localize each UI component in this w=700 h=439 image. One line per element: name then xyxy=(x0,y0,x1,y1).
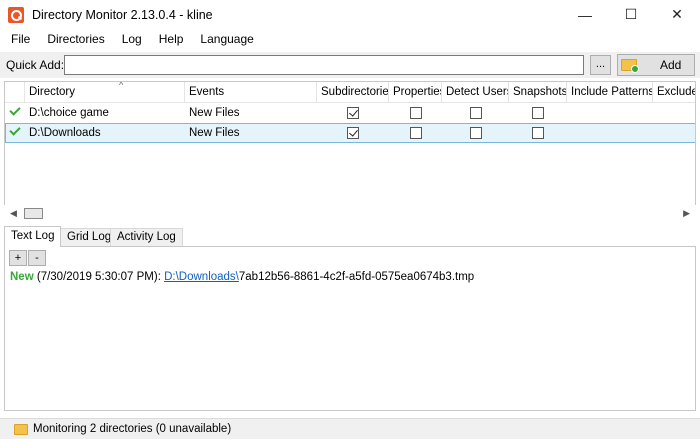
header-status xyxy=(5,82,25,103)
properties-checkbox[interactable] xyxy=(409,107,422,119)
menu-directories[interactable]: Directories xyxy=(37,32,111,46)
tab-text-log[interactable]: Text Log xyxy=(4,226,62,247)
quick-add-input[interactable] xyxy=(64,55,584,75)
header-detect-users[interactable]: Detect Users xyxy=(442,82,509,103)
include-patterns-cell xyxy=(567,123,653,143)
folder-add-icon xyxy=(621,59,639,73)
window-title: Directory Monitor 2.13.0.4 - kline xyxy=(32,7,213,22)
status-cell xyxy=(5,123,25,143)
title-bar: Directory Monitor 2.13.0.4 - kline — ☐ ✕ xyxy=(0,0,700,29)
events-cell: New Files xyxy=(189,107,240,119)
table-row[interactable]: D:\Downloads New Files xyxy=(5,123,695,143)
check-icon xyxy=(9,104,21,116)
detect-users-checkbox[interactable] xyxy=(469,107,482,119)
header-directory[interactable]: Directory ^ xyxy=(25,82,185,103)
sort-asc-icon: ^ xyxy=(119,82,124,90)
minimize-button[interactable]: — xyxy=(562,0,608,29)
directory-cell: D:\Downloads xyxy=(29,127,101,139)
scroll-right-icon[interactable]: ▶ xyxy=(683,208,690,219)
close-button[interactable]: ✕ xyxy=(654,0,700,29)
window-controls: — ☐ ✕ xyxy=(562,0,700,29)
log-decrease-button[interactable]: - xyxy=(28,250,46,266)
snapshots-cell xyxy=(509,103,567,123)
quick-add-label: Quick Add: xyxy=(6,58,65,72)
status-bar: Monitoring 2 directories (0 unavailable) xyxy=(0,418,700,439)
scroll-left-icon[interactable]: ◀ xyxy=(10,208,17,219)
subdirectories-checkbox[interactable] xyxy=(347,107,359,119)
detect-users-cell xyxy=(442,123,509,143)
status-cell xyxy=(5,103,25,123)
header-snapshots[interactable]: Snapshots xyxy=(509,82,567,103)
properties-cell xyxy=(389,103,442,123)
check-icon xyxy=(9,124,21,136)
header-include-patterns[interactable]: Include Patterns xyxy=(567,82,653,103)
text-log-pane: + - New (7/30/2019 5:30:07 PM): D:\Downl… xyxy=(4,246,696,411)
menu-help[interactable]: Help xyxy=(149,32,191,46)
detect-users-cell xyxy=(442,103,509,123)
snapshots-checkbox[interactable] xyxy=(532,107,544,119)
log-entry-directory-link[interactable]: D:\Downloads\ xyxy=(164,271,239,283)
status-text: Monitoring 2 directories (0 unavailable) xyxy=(33,423,232,435)
scroll-thumb[interactable] xyxy=(24,208,43,219)
subdirectories-checkbox[interactable] xyxy=(347,127,359,139)
subdirectories-cell xyxy=(317,103,389,123)
add-button[interactable]: Add xyxy=(617,54,695,76)
add-button-label: Add xyxy=(660,58,682,72)
snapshots-checkbox[interactable] xyxy=(532,127,544,139)
log-tabs: Text Log Grid Log Activity Log xyxy=(0,226,700,247)
grid-header: Directory ^ Events Subdirectories Proper… xyxy=(5,82,695,103)
snapshots-cell xyxy=(509,123,567,143)
table-row[interactable]: D:\choice game New Files xyxy=(5,103,695,123)
header-exclude[interactable]: Exclude xyxy=(653,82,695,103)
subdirectories-cell xyxy=(317,123,389,143)
properties-checkbox[interactable] xyxy=(409,127,422,139)
header-properties[interactable]: Properties xyxy=(389,82,442,103)
log-increase-button[interactable]: + xyxy=(9,250,27,266)
log-zoom-controls: + - xyxy=(9,250,47,266)
horizontal-scrollbar[interactable]: ◀ ▶ xyxy=(4,205,696,222)
log-entry-file: 7ab12b56-8861-4c2f-a5fd-0575ea0674b3.tmp xyxy=(238,271,475,283)
menu-log[interactable]: Log xyxy=(112,32,149,46)
menu-language[interactable]: Language xyxy=(190,32,260,46)
events-cell: New Files xyxy=(189,127,240,139)
maximize-button[interactable]: ☐ xyxy=(608,0,654,29)
properties-cell xyxy=(389,123,442,143)
quick-add-bar: Quick Add: ... Add xyxy=(0,52,700,78)
header-events[interactable]: Events xyxy=(185,82,317,103)
log-entry-type: New xyxy=(10,271,34,283)
header-subdirectories[interactable]: Subdirectories xyxy=(317,82,389,103)
detect-users-checkbox[interactable] xyxy=(469,127,482,139)
tab-activity-log[interactable]: Activity Log xyxy=(110,228,183,247)
menu-bar: File Directories Log Help Language xyxy=(0,29,700,49)
header-directory-label: Directory xyxy=(29,86,76,98)
directory-cell: D:\choice game xyxy=(29,107,109,119)
directory-grid: Directory ^ Events Subdirectories Proper… xyxy=(4,81,696,222)
include-patterns-cell xyxy=(567,103,653,123)
app-search-icon xyxy=(8,6,24,23)
log-entry: New (7/30/2019 5:30:07 PM): D:\Downloads… xyxy=(10,271,474,283)
folder-icon xyxy=(14,423,28,435)
log-entry-time: (7/30/2019 5:30:07 PM): xyxy=(36,271,161,283)
menu-file[interactable]: File xyxy=(0,32,37,46)
browse-button[interactable]: ... xyxy=(590,55,611,75)
